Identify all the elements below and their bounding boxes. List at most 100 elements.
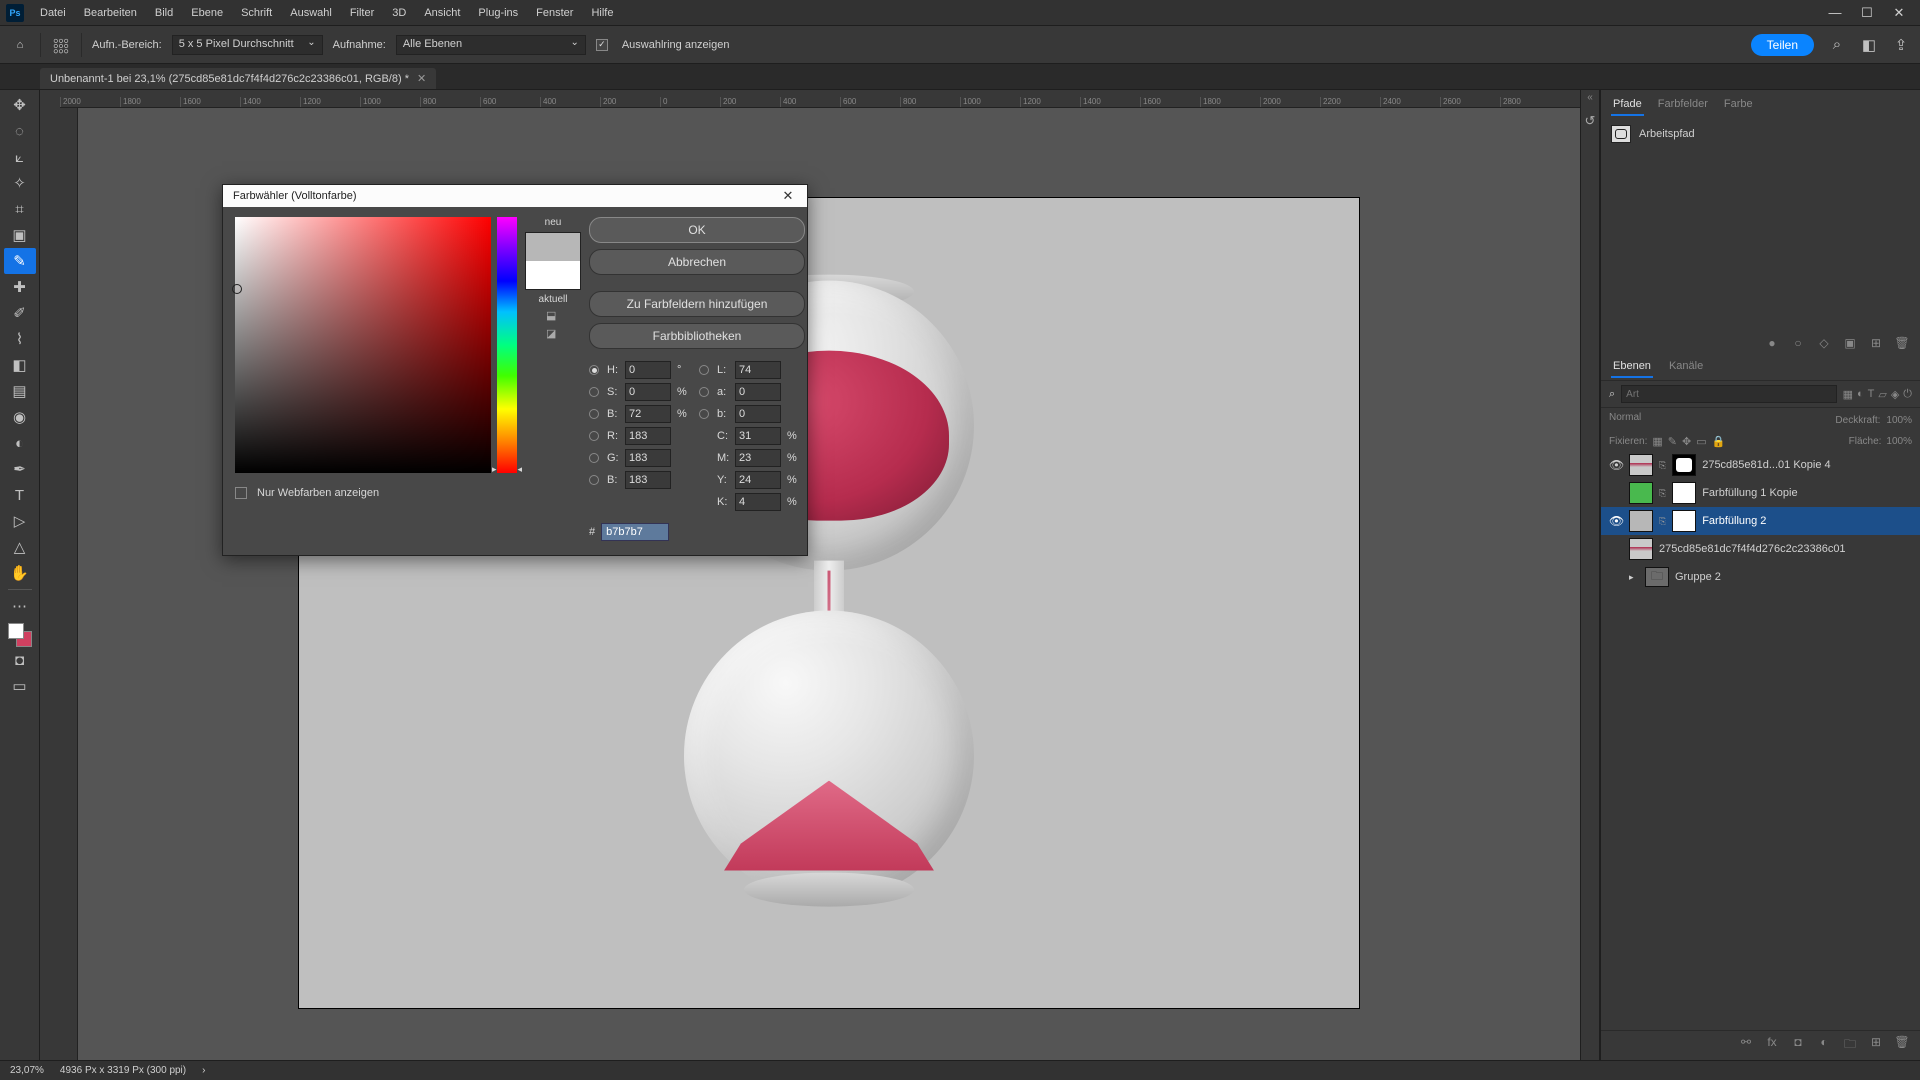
document-info[interactable]: 4936 Px x 3319 Px (300 ppi) xyxy=(60,1065,186,1076)
blend-mode-select[interactable]: Normal xyxy=(1609,412,1829,428)
path-item[interactable]: Arbeitspfad xyxy=(1611,122,1910,146)
show-ring-checkbox[interactable]: ✓ xyxy=(596,39,608,51)
lock-trans-icon[interactable]: ▦ xyxy=(1652,435,1662,448)
lasso-tool-icon[interactable]: ⟀ xyxy=(4,144,36,170)
delete-layer-icon[interactable]: 🗑 xyxy=(1894,1035,1910,1056)
dialog-titlebar[interactable]: Farbwähler (Volltonfarbe) ✕ xyxy=(223,185,807,207)
dialog-close-icon[interactable]: ✕ xyxy=(779,187,797,205)
layer-thumb[interactable] xyxy=(1629,538,1653,560)
frame-tool-icon[interactable]: ▣ xyxy=(4,222,36,248)
group-icon[interactable]: 🗀 xyxy=(1842,1035,1858,1056)
close-button[interactable]: ✕ xyxy=(1892,6,1906,20)
visibility-toggle[interactable]: 👁 xyxy=(1609,458,1623,472)
color-preview[interactable] xyxy=(525,232,581,290)
s-input[interactable] xyxy=(625,383,671,401)
h-input[interactable] xyxy=(625,361,671,379)
filter-toggle-icon[interactable]: ⏻ xyxy=(1903,388,1912,401)
m-input[interactable] xyxy=(735,449,781,467)
radio-l[interactable] xyxy=(699,365,709,375)
heal-tool-icon[interactable]: ✚ xyxy=(4,274,36,300)
export-icon[interactable]: ⇪ xyxy=(1892,36,1910,54)
sample-size-select[interactable]: 5 x 5 Pixel Durchschnitt xyxy=(172,35,323,55)
close-tab-icon[interactable]: ✕ xyxy=(417,72,426,85)
a-input[interactable] xyxy=(735,383,781,401)
lock-all-icon[interactable]: 🔒 xyxy=(1712,435,1726,448)
menu-ebene[interactable]: Ebene xyxy=(183,3,231,23)
layer-filter-input[interactable] xyxy=(1621,385,1836,403)
tab-farbfelder[interactable]: Farbfelder xyxy=(1656,96,1710,116)
lock-pos-icon[interactable]: ✥ xyxy=(1682,435,1691,448)
layer-item[interactable]: 275cd85e81dc7f4f4d276c2c23386c01 xyxy=(1601,535,1920,563)
doc-info-arrow-icon[interactable]: › xyxy=(202,1065,205,1076)
tab-farbe[interactable]: Farbe xyxy=(1722,96,1755,116)
expand-dock-icon[interactable]: « xyxy=(1581,90,1599,104)
eyedropper-tool-icon[interactable]: ✎ xyxy=(4,248,36,274)
layer-item[interactable]: 👁 ⎘ Farbfüllung 2 xyxy=(1601,507,1920,535)
g-input[interactable] xyxy=(625,449,671,467)
layer-mask-thumb[interactable] xyxy=(1672,454,1696,476)
color-libraries-button[interactable]: Farbbibliotheken xyxy=(589,323,805,349)
layer-item[interactable]: ▸ 🗀 Gruppe 2 xyxy=(1601,563,1920,591)
layer-item[interactable]: 👁 ⎘ 275cd85e81d...01 Kopie 4 xyxy=(1601,451,1920,479)
ruler-horizontal[interactable]: 2000180016001400120010008006004002000200… xyxy=(60,90,1580,108)
layer-item[interactable]: ⎘ Farbfüllung 1 Kopie xyxy=(1601,479,1920,507)
hue-slider-handle[interactable] xyxy=(492,464,522,475)
filter-pixel-icon[interactable]: ▦ xyxy=(1843,388,1853,401)
crop-tool-icon[interactable]: ⌗ xyxy=(4,196,36,222)
new-layer-icon[interactable]: ⊞ xyxy=(1868,1035,1884,1056)
history-panel-icon[interactable]: ↺ xyxy=(1581,106,1599,136)
fx-icon[interactable]: fx xyxy=(1764,1035,1780,1056)
menu-fenster[interactable]: Fenster xyxy=(528,3,581,23)
mask-path-icon[interactable]: ▣ xyxy=(1842,336,1858,350)
visibility-toggle[interactable]: 👁 xyxy=(1609,514,1623,528)
move-tool-icon[interactable]: ✥ xyxy=(4,92,36,118)
menu-bild[interactable]: Bild xyxy=(147,3,181,23)
menu-hilfe[interactable]: Hilfe xyxy=(583,3,621,23)
group-expand-icon[interactable]: ▸ xyxy=(1629,572,1639,583)
hue-slider[interactable] xyxy=(497,217,517,473)
menu-ansicht[interactable]: Ansicht xyxy=(416,3,468,23)
tab-kanaele[interactable]: Kanäle xyxy=(1667,358,1705,378)
sample-source-select[interactable]: Alle Ebenen xyxy=(396,35,586,55)
zoom-level[interactable]: 23,07% xyxy=(10,1065,44,1076)
hex-input[interactable] xyxy=(601,523,669,541)
ok-button[interactable]: OK xyxy=(589,217,805,243)
ruler-vertical[interactable] xyxy=(60,108,78,1060)
websafe-warning-icon[interactable]: ◪ xyxy=(546,327,560,341)
adjustment-icon[interactable]: ◐ xyxy=(1816,1035,1832,1056)
mask-icon[interactable]: ◘ xyxy=(1790,1035,1806,1056)
radio-g[interactable] xyxy=(589,453,599,463)
share-button[interactable]: Teilen xyxy=(1751,34,1814,56)
saturation-brightness-field[interactable] xyxy=(235,217,491,473)
marquee-tool-icon[interactable]: ◌ xyxy=(4,118,36,144)
y-input[interactable] xyxy=(735,471,781,489)
eyedropper-tool-icon[interactable]: 𓃑 xyxy=(51,35,71,55)
fill-path-icon[interactable]: ● xyxy=(1764,336,1780,350)
add-to-swatches-button[interactable]: Zu Farbfeldern hinzufügen xyxy=(589,291,805,317)
radio-a[interactable] xyxy=(699,387,709,397)
menu-bearbeiten[interactable]: Bearbeiten xyxy=(76,3,145,23)
menu-plugins[interactable]: Plug-ins xyxy=(470,3,526,23)
search-icon[interactable]: ⌕ xyxy=(1828,36,1846,54)
color-swatches[interactable] xyxy=(8,623,32,647)
gradient-tool-icon[interactable]: ▤ xyxy=(4,378,36,404)
bness-input[interactable] xyxy=(625,405,671,423)
type-tool-icon[interactable]: T xyxy=(4,482,36,508)
cancel-button[interactable]: Abbrechen xyxy=(589,249,805,275)
document-tab[interactable]: Unbenannt-1 bei 23,1% (275cd85e81dc7f4f4… xyxy=(40,68,436,89)
filter-smart-icon[interactable]: ◈ xyxy=(1891,388,1899,401)
tab-ebenen[interactable]: Ebenen xyxy=(1611,358,1653,378)
pen-tool-icon[interactable]: ✒ xyxy=(4,456,36,482)
screenmode-icon[interactable]: ▭ xyxy=(4,673,36,699)
layer-thumb[interactable] xyxy=(1629,454,1653,476)
k-input[interactable] xyxy=(735,493,781,511)
radio-lab-b[interactable] xyxy=(699,409,709,419)
eraser-tool-icon[interactable]: ◧ xyxy=(4,352,36,378)
r-input[interactable] xyxy=(625,427,671,445)
gamut-warning-icon[interactable]: ⬓ xyxy=(546,309,560,323)
selection-path-icon[interactable]: ◇ xyxy=(1816,336,1832,350)
menu-3d[interactable]: 3D xyxy=(384,3,414,23)
filter-adjust-icon[interactable]: ◐ xyxy=(1857,388,1864,401)
brush-tool-icon[interactable]: ✐ xyxy=(4,300,36,326)
radio-bch[interactable] xyxy=(589,475,599,485)
